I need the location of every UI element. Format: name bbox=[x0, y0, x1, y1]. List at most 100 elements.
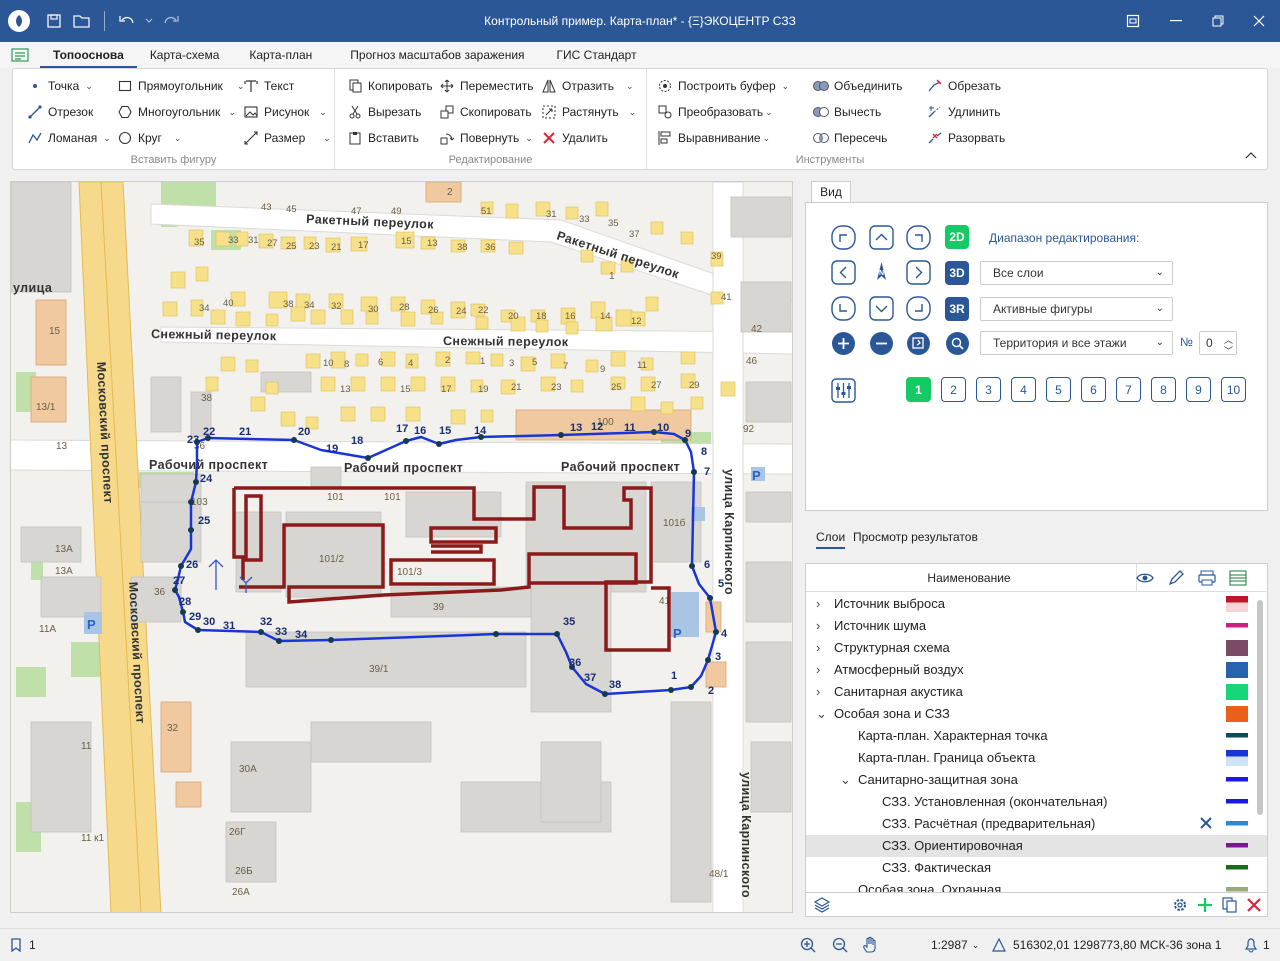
delete-button[interactable]: Удалить bbox=[541, 127, 608, 149]
figures-select[interactable]: Активные фигуры ⌄ bbox=[980, 297, 1173, 321]
territory-select[interactable]: Территория и все этажи ⌄ bbox=[980, 331, 1173, 355]
layer-color-swatch[interactable] bbox=[1226, 662, 1248, 678]
boundary-vertex[interactable] bbox=[365, 455, 371, 461]
boundary-vertex[interactable] bbox=[178, 563, 184, 569]
boundary-vertex[interactable] bbox=[195, 627, 201, 633]
paste-button[interactable]: Вставить bbox=[347, 127, 419, 149]
layer-color-swatch[interactable] bbox=[1226, 706, 1248, 722]
point-button[interactable]: Точка ⌄ bbox=[27, 75, 93, 97]
collapse-ribbon-icon[interactable] bbox=[1245, 151, 1257, 159]
polygon-button[interactable]: Многоугольник ⌄ bbox=[117, 101, 236, 123]
zoom-extent-icon[interactable] bbox=[906, 331, 931, 356]
transform-button[interactable]: Преобразовать ⌄ bbox=[657, 101, 773, 123]
close-icon[interactable] bbox=[1238, 0, 1280, 42]
boundary-vertex[interactable] bbox=[403, 438, 409, 444]
page-button-8[interactable]: 8 bbox=[1151, 377, 1176, 402]
text-button[interactable]: Текст bbox=[243, 75, 294, 97]
edit-pencil-icon[interactable] bbox=[1168, 570, 1184, 586]
remove-x-icon[interactable] bbox=[1199, 816, 1213, 830]
intersect-button[interactable]: Пересечь bbox=[813, 127, 887, 149]
buffer-button[interactable]: Построить буфер ⌄ bbox=[657, 75, 789, 97]
page-button-4[interactable]: 4 bbox=[1011, 377, 1036, 402]
tab-layers[interactable]: Слои bbox=[816, 530, 846, 549]
page-button-2[interactable]: 2 bbox=[941, 377, 966, 402]
pan-down-right-icon[interactable] bbox=[906, 296, 931, 321]
boundary-vertex[interactable] bbox=[258, 629, 264, 635]
layer-row[interactable]: СЗЗ. Ориентировочная bbox=[806, 835, 1267, 857]
boundary-vertex[interactable] bbox=[436, 441, 442, 447]
polyline-button[interactable]: Ломаная ⌄ bbox=[27, 127, 111, 149]
expand-chevron-icon[interactable]: › bbox=[816, 681, 820, 703]
collapse-chevron-icon[interactable]: ⌄ bbox=[840, 769, 851, 791]
boundary-vertex[interactable] bbox=[713, 629, 719, 635]
pan-up-icon[interactable] bbox=[869, 225, 894, 250]
zoom-out-icon[interactable] bbox=[869, 331, 894, 356]
boundary-vertex[interactable] bbox=[180, 609, 186, 615]
layer-row[interactable]: › Источник выброса bbox=[806, 593, 1267, 615]
layer-row[interactable]: › Атмосферный воздух bbox=[806, 659, 1267, 681]
zoom-out-status-icon[interactable] bbox=[832, 929, 848, 961]
boundary-vertex[interactable] bbox=[188, 499, 194, 505]
visibility-eye-icon[interactable] bbox=[1136, 570, 1154, 586]
open-folder-icon[interactable] bbox=[68, 7, 96, 35]
bell-icon[interactable] bbox=[1243, 929, 1259, 961]
mode-3r-button[interactable]: 3R bbox=[945, 297, 969, 321]
boundary-vertex[interactable] bbox=[691, 469, 697, 475]
layer-row[interactable]: Карта-план. Граница объекта bbox=[806, 747, 1267, 769]
minimize-icon[interactable] bbox=[1155, 0, 1197, 42]
layer-row[interactable]: Карта-план. Характерная точка bbox=[806, 725, 1267, 747]
mode-2d-button[interactable]: 2D bbox=[945, 225, 969, 249]
app-menu-icon[interactable] bbox=[0, 47, 40, 63]
boundary-vertex[interactable] bbox=[668, 687, 674, 693]
restore-ribbon-icon[interactable] bbox=[1112, 0, 1154, 42]
pan-right-icon[interactable] bbox=[906, 260, 931, 285]
floor-number-spinner[interactable]: 0 ︿ ﹀ bbox=[1199, 331, 1237, 356]
layer-color-swatch[interactable] bbox=[1226, 750, 1248, 766]
pan-left-icon[interactable] bbox=[831, 260, 856, 285]
gear-icon[interactable] bbox=[1172, 897, 1188, 913]
expand-chevron-icon[interactable]: › bbox=[816, 593, 820, 615]
layer-row[interactable]: › Структурная схема bbox=[806, 637, 1267, 659]
delete-layer-icon[interactable] bbox=[1246, 897, 1262, 913]
zoom-in-status-icon[interactable] bbox=[800, 929, 816, 961]
size-button[interactable]: Размер ⌄ bbox=[243, 127, 331, 149]
settings-sliders-icon[interactable] bbox=[831, 378, 856, 403]
page-button-6[interactable]: 6 bbox=[1081, 377, 1106, 402]
undo-dropdown-icon[interactable] bbox=[141, 7, 157, 35]
layer-row[interactable]: ⌄ Особая зона и СЗЗ bbox=[806, 703, 1267, 725]
picture-button[interactable]: Рисунок ⌄ bbox=[243, 101, 327, 123]
add-layer-icon[interactable] bbox=[1196, 896, 1214, 914]
boundary-vertex[interactable] bbox=[493, 631, 499, 637]
boundary-vertex[interactable] bbox=[705, 657, 711, 663]
undo-icon[interactable] bbox=[113, 7, 141, 35]
layer-color-swatch[interactable] bbox=[1226, 596, 1248, 612]
boundary-vertex[interactable] bbox=[188, 527, 194, 533]
layer-row[interactable]: › Источник шума bbox=[806, 615, 1267, 637]
layer-color-swatch[interactable] bbox=[1226, 772, 1248, 788]
layer-color-swatch[interactable] bbox=[1226, 794, 1248, 810]
pan-down-left-icon[interactable] bbox=[831, 296, 856, 321]
tab-view[interactable]: Вид bbox=[811, 181, 851, 203]
stretch-button[interactable]: Растянуть ⌄ bbox=[541, 101, 636, 123]
align-button[interactable]: Выравнивание ⌄ bbox=[657, 127, 770, 149]
expand-chevron-icon[interactable]: › bbox=[816, 615, 820, 637]
page-button-5[interactable]: 5 bbox=[1046, 377, 1071, 402]
collapse-chevron-icon[interactable]: ⌄ bbox=[816, 703, 827, 725]
layers-stack-icon[interactable] bbox=[814, 897, 830, 913]
layer-row[interactable]: Особая зона. Охранная bbox=[806, 879, 1267, 892]
compass-north-icon[interactable]: N bbox=[869, 260, 894, 285]
layers-scrollbar[interactable] bbox=[1257, 600, 1263, 815]
layer-color-swatch[interactable] bbox=[1226, 618, 1248, 634]
tab-toposnova[interactable]: Топооснова bbox=[40, 42, 137, 68]
boundary-vertex[interactable] bbox=[291, 437, 297, 443]
copy-button[interactable]: Копировать bbox=[347, 75, 433, 97]
pan-up-left-icon[interactable] bbox=[831, 225, 856, 250]
layer-color-swatch[interactable] bbox=[1226, 838, 1248, 854]
expand-chevron-icon[interactable]: › bbox=[816, 637, 820, 659]
zoom-find-icon[interactable] bbox=[945, 331, 970, 356]
rectangle-button[interactable]: Прямоугольник ⌄ bbox=[117, 75, 244, 97]
redo-icon[interactable] bbox=[157, 7, 185, 35]
pan-hand-icon[interactable] bbox=[862, 929, 880, 961]
page-button-9[interactable]: 9 bbox=[1186, 377, 1211, 402]
maximize-icon[interactable] bbox=[1197, 0, 1239, 42]
